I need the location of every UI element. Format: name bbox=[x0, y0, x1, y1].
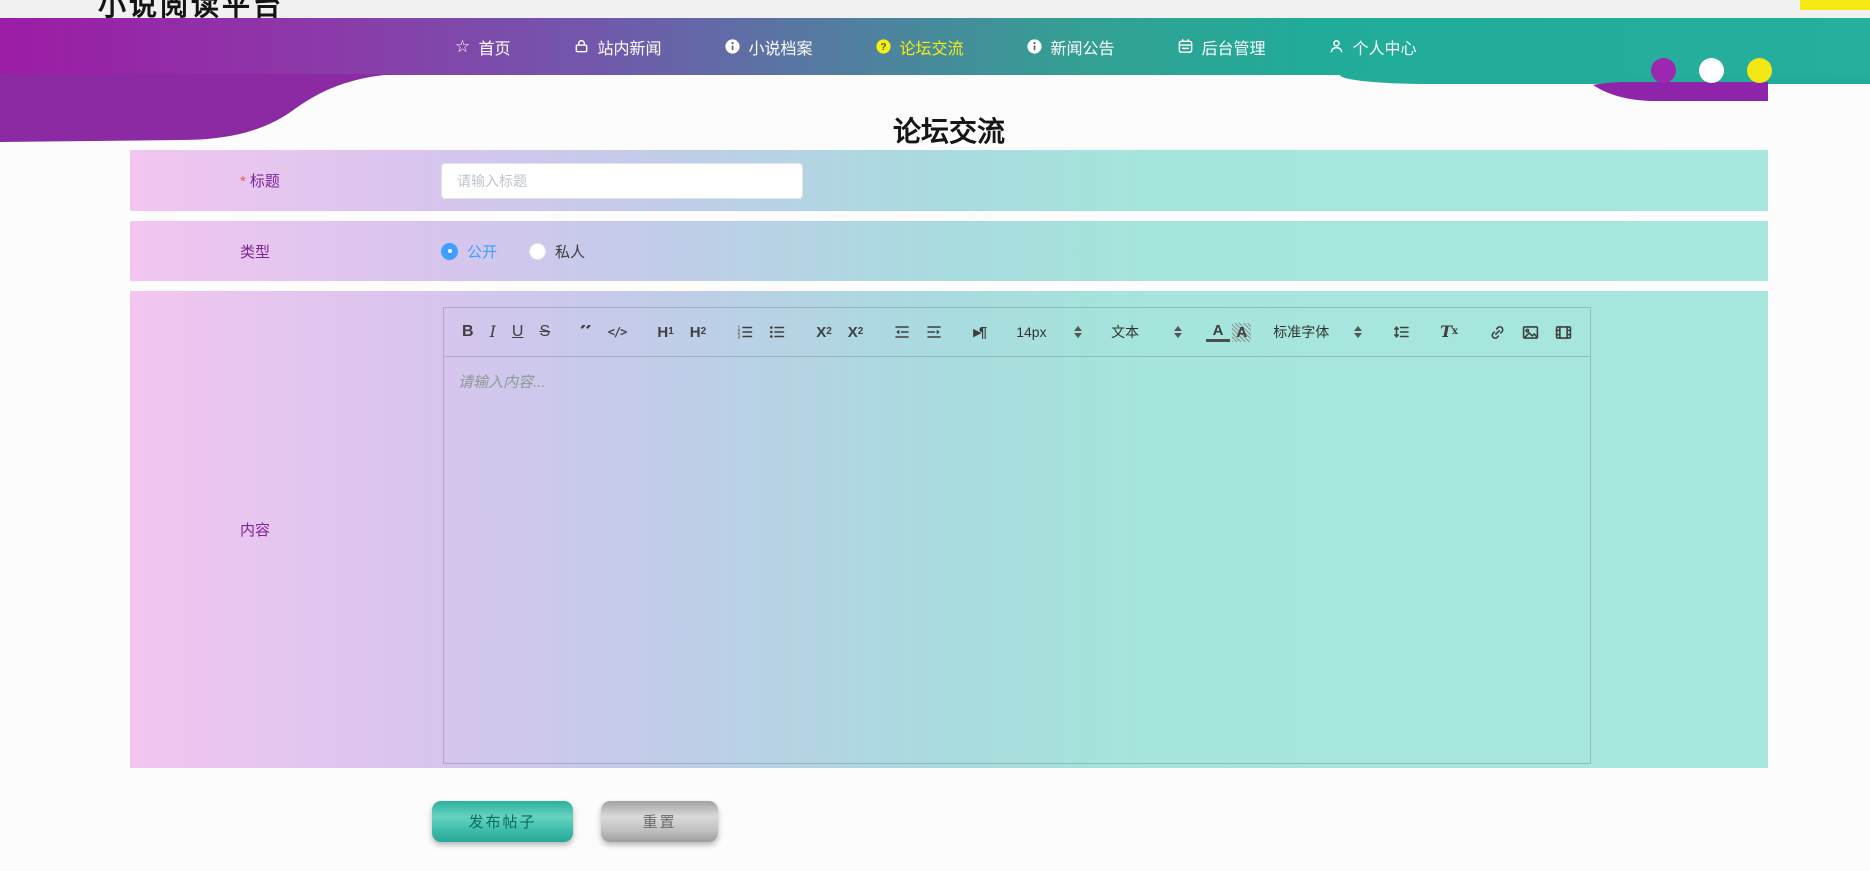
toolbar-line-height-icon[interactable] bbox=[1386, 324, 1416, 340]
required-asterisk: * bbox=[240, 173, 246, 190]
toolbar-underline[interactable]: U bbox=[505, 324, 531, 340]
nav-item-label: 后台管理 bbox=[1201, 40, 1266, 58]
person-icon bbox=[1328, 38, 1346, 56]
toolbar-h1[interactable]: H1 bbox=[650, 325, 680, 340]
toolbar-superscript[interactable]: X2 bbox=[841, 325, 871, 340]
editor-content[interactable]: 请输入内容... bbox=[444, 357, 1590, 765]
toolbar-text-color[interactable]: A bbox=[1205, 323, 1231, 342]
toolbar-strikethrough[interactable]: S bbox=[532, 324, 557, 340]
nav-menu: ☆ 首页 站内新闻 小说档案? 论坛交流 新闻公告 后台管理 个人中心 bbox=[0, 18, 1870, 75]
header-wave-right bbox=[1593, 82, 1769, 107]
toolbar-indent-icon[interactable] bbox=[919, 324, 949, 340]
toolbar-paragraph[interactable]: ▸¶ bbox=[966, 325, 992, 340]
editor-toolbar: BIUS ”</> H1H2 123 X2X2 ▸¶ 14px 文本 AA 标准字体 Tx bbox=[444, 308, 1590, 357]
radio-public[interactable]: 公开 bbox=[441, 241, 497, 262]
nav-item-home[interactable]: ☆ 首页 bbox=[422, 35, 541, 59]
info-circle-icon bbox=[723, 38, 741, 56]
nav-item-label: 小说档案 bbox=[748, 40, 813, 58]
publish-button[interactable]: 发布帖子 bbox=[432, 801, 573, 842]
type-label: 类型 bbox=[240, 243, 271, 261]
nav-item-label: 站内新闻 bbox=[597, 40, 662, 58]
nav-item-label: 新闻公告 bbox=[1050, 40, 1115, 58]
nav-item-label: 论坛交流 bbox=[899, 40, 964, 58]
toolbar-code[interactable]: </> bbox=[601, 326, 634, 338]
nav-item-novel-archive[interactable]: 小说档案 bbox=[692, 35, 843, 59]
radio-private[interactable]: 私人 bbox=[529, 241, 585, 262]
title-label: * 标题 bbox=[240, 173, 280, 190]
toolbar-clear-format[interactable]: Tx bbox=[1433, 324, 1465, 340]
calendar-icon bbox=[1177, 38, 1195, 56]
window-dot-2 bbox=[1699, 58, 1724, 83]
type-radio-group: 公开 私人 bbox=[441, 241, 585, 262]
form-row-title: * 标题 bbox=[130, 150, 1768, 211]
yellow-accent-tab bbox=[1800, 0, 1870, 10]
svg-text:3: 3 bbox=[738, 334, 741, 340]
site-title: 小说阅读平台 bbox=[98, 0, 285, 18]
toolbar-h2[interactable]: H2 bbox=[683, 325, 713, 340]
toolbar-font-size[interactable]: 14px bbox=[1009, 325, 1089, 339]
lock-icon bbox=[572, 38, 590, 56]
toolbar-link-icon[interactable] bbox=[1482, 324, 1513, 341]
editor-placeholder: 请输入内容... bbox=[458, 374, 546, 391]
nav-item-forum[interactable]: ? 论坛交流 bbox=[843, 35, 994, 59]
question-circle-icon: ? bbox=[874, 38, 892, 56]
radio-public-circle[interactable] bbox=[441, 242, 458, 260]
window-dot-3 bbox=[1747, 58, 1772, 83]
toolbar-video-icon[interactable] bbox=[1548, 324, 1579, 341]
nav-item-profile[interactable]: 个人中心 bbox=[1297, 35, 1448, 59]
content-label: 内容 bbox=[240, 522, 271, 539]
nav-item-label: 首页 bbox=[478, 40, 511, 58]
form-actions: 发布帖子 重置 bbox=[432, 801, 718, 842]
window-dot-1 bbox=[1651, 58, 1676, 83]
form-row-type: 类型 公开 私人 bbox=[130, 221, 1768, 281]
rich-text-editor: BIUS ”</> H1H2 123 X2X2 ▸¶ 14px 文本 AA 标准字体 Tx 请输入内… bbox=[443, 307, 1591, 764]
toolbar-font-family[interactable]: 标准字体 bbox=[1266, 325, 1369, 339]
toolbar-image-icon[interactable] bbox=[1515, 324, 1546, 341]
toolbar-text-type[interactable]: 文本 bbox=[1104, 325, 1188, 339]
nav-item-announcements[interactable]: 新闻公告 bbox=[995, 35, 1146, 59]
star-icon: ☆ bbox=[454, 37, 471, 56]
browser-top-strip: 小说阅读平台 bbox=[0, 0, 1870, 18]
page-title: 论坛交流 bbox=[892, 116, 1005, 147]
nav-item-label: 个人中心 bbox=[1352, 40, 1417, 58]
nav-item-admin[interactable]: 后台管理 bbox=[1146, 35, 1297, 59]
window-dots bbox=[1651, 58, 1772, 83]
info-circle-icon bbox=[1026, 38, 1044, 56]
radio-private-circle[interactable] bbox=[529, 242, 547, 260]
toolbar-unordered-list-icon[interactable] bbox=[762, 324, 792, 340]
nav-item-site-news[interactable]: 站内新闻 bbox=[541, 35, 692, 59]
reset-button[interactable]: 重置 bbox=[601, 801, 718, 842]
toolbar-italic[interactable]: I bbox=[483, 324, 503, 340]
toolbar-bg-color[interactable]: A bbox=[1232, 322, 1252, 342]
toolbar-bold[interactable]: B bbox=[455, 324, 481, 340]
toolbar-outdent-icon[interactable] bbox=[887, 324, 917, 340]
svg-text:?: ? bbox=[880, 42, 886, 53]
toolbar-ordered-list-icon[interactable]: 123 bbox=[730, 324, 760, 340]
form-row-content: 内容 BIUS ”</> H1H2 123 X2X2 ▸¶ 14px 文本 AA 标准字体 Tx 请… bbox=[130, 291, 1768, 768]
toolbar-subscript[interactable]: X2 bbox=[809, 325, 839, 340]
title-input[interactable] bbox=[441, 162, 803, 199]
toolbar-blockquote[interactable]: ” bbox=[574, 325, 599, 339]
